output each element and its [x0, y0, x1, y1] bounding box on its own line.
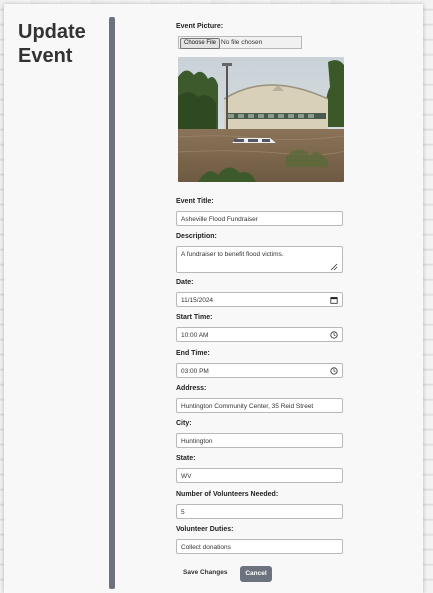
resize-handle-icon[interactable] — [330, 263, 338, 271]
duties-input[interactable]: Collect donations — [176, 539, 343, 554]
cancel-button[interactable]: Cancel — [240, 566, 272, 582]
choose-file-button[interactable]: Choose File — [180, 38, 221, 49]
start-time-label: Start Time: — [176, 314, 213, 321]
description-label: Description: — [176, 233, 217, 240]
flooded-building-image — [178, 57, 344, 182]
volunteers-input[interactable]: 5 — [176, 504, 343, 519]
save-changes-button[interactable]: Save Changes — [183, 569, 227, 576]
end-time-label: End Time: — [176, 350, 210, 357]
date-input[interactable]: 11/15/2024 — [176, 292, 343, 307]
state-input[interactable]: WV — [176, 468, 343, 483]
end-time-input[interactable]: 03:00 PM — [176, 363, 343, 378]
event-picture-preview — [178, 57, 344, 182]
event-picture-label: Event Picture: — [176, 23, 224, 30]
city-input[interactable]: Huntington — [176, 433, 343, 448]
description-text: A fundraiser to benefit flood victims. — [181, 251, 284, 258]
volunteers-label: Number of Volunteers Needed: — [176, 491, 279, 498]
event-title-label: Event Title: — [176, 198, 214, 205]
clock-icon[interactable] — [330, 367, 338, 375]
start-time-value: 10:00 AM — [181, 332, 209, 339]
clock-icon[interactable] — [330, 331, 338, 339]
start-time-input[interactable]: 10:00 AM — [176, 327, 343, 342]
city-label: City: — [176, 420, 192, 427]
page-title: Update Event — [18, 20, 108, 68]
event-title-input[interactable]: Asheville Flood Fundraiser — [176, 211, 343, 226]
date-value: 11/15/2024 — [181, 297, 214, 304]
state-label: State: — [176, 455, 196, 462]
date-label: Date: — [176, 279, 194, 286]
page-title-line1: Update — [18, 21, 86, 43]
vertical-divider — [109, 17, 115, 589]
end-time-value: 03:00 PM — [181, 368, 209, 375]
event-picture-input[interactable]: Choose File No file chosen — [178, 36, 302, 49]
file-status: No file chosen — [221, 39, 263, 46]
page-title-line2: Event — [18, 45, 73, 67]
address-input[interactable]: Huntington Community Center, 35 Reid Str… — [176, 398, 343, 413]
calendar-icon[interactable] — [330, 296, 338, 304]
address-label: Address: — [176, 385, 207, 392]
description-textarea[interactable]: A fundraiser to benefit flood victims. — [176, 246, 343, 273]
duties-label: Volunteer Duties: — [176, 526, 234, 533]
update-event-card: Update Event Event Picture: Choose File … — [4, 4, 423, 593]
